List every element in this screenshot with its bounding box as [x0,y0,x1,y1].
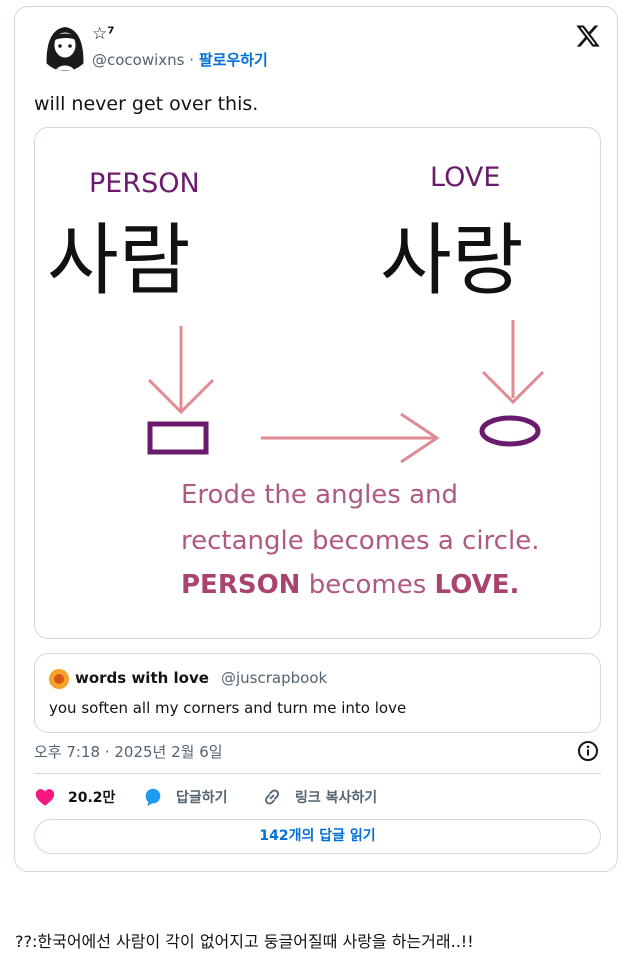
display-name[interactable]: ☆⁷ [92,23,115,45]
caption-love: LOVE. [434,570,520,600]
tweet-text: will never get over this. [34,93,259,115]
word-saram: 사람 [47,216,191,306]
like-button[interactable]: 20.2만 [34,785,115,809]
quote-author-name: words with love [75,669,209,687]
quote-author-handle: @juscrapbook [221,669,328,687]
label-person: PERSON [89,168,200,199]
caption-line-2: rectangle becomes a circle. [181,526,540,556]
info-icon[interactable] [577,740,599,762]
reply-bubble-icon [145,788,161,807]
word-sarang: 사랑 [380,216,524,306]
quoted-tweet[interactable]: words with love @juscrapbook you soften … [34,653,601,733]
user-handle[interactable]: @cocowixns [92,51,184,69]
image-arrows [147,320,545,464]
caption-person: PERSON [181,570,301,600]
quote-text: you soften all my corners and turn me in… [49,699,407,717]
avatar[interactable] [39,19,91,71]
read-replies-button[interactable]: 142개의 답글 읽기 [34,819,601,854]
link-icon [265,789,279,805]
reply-label: 답글하기 [176,790,228,806]
action-bar: 20.2만 답글하기 링크 복사하기 [34,785,601,809]
caption-becomes: becomes [300,570,435,600]
separator-dot: · [189,51,195,69]
x-logo-icon[interactable] [575,23,601,49]
label-love: LOVE [430,162,501,193]
heart-icon [35,789,55,806]
reply-button[interactable]: 답글하기 [142,785,228,809]
timestamp[interactable]: 오후 7:18 · 2025년 2월 6일 [34,742,223,762]
follow-button[interactable]: 팔로우하기 [199,51,268,69]
caption-line-1: Erode the angles and [181,480,459,510]
tweet-image[interactable]: PERSON LOVE 사람 사랑 Erode the angles and r… [34,127,601,639]
handle-row: @cocowixns · 팔로우하기 [92,50,268,70]
copy-link-label: 링크 복사하기 [295,790,378,806]
quote-avatar [49,669,69,689]
caption-line-3: PERSON becomes LOVE. [181,570,519,600]
comment-text: ??:한국어에선 사람이 각이 없어지고 둥글어질때 사랑을 하는거래..!! [15,932,474,951]
divider [34,773,601,774]
like-count: 20.2만 [68,790,116,806]
tweet-embed-card: ☆⁷ @cocowixns · 팔로우하기 will never get ove… [14,6,618,872]
copy-link-button[interactable]: 링크 복사하기 [261,785,377,809]
